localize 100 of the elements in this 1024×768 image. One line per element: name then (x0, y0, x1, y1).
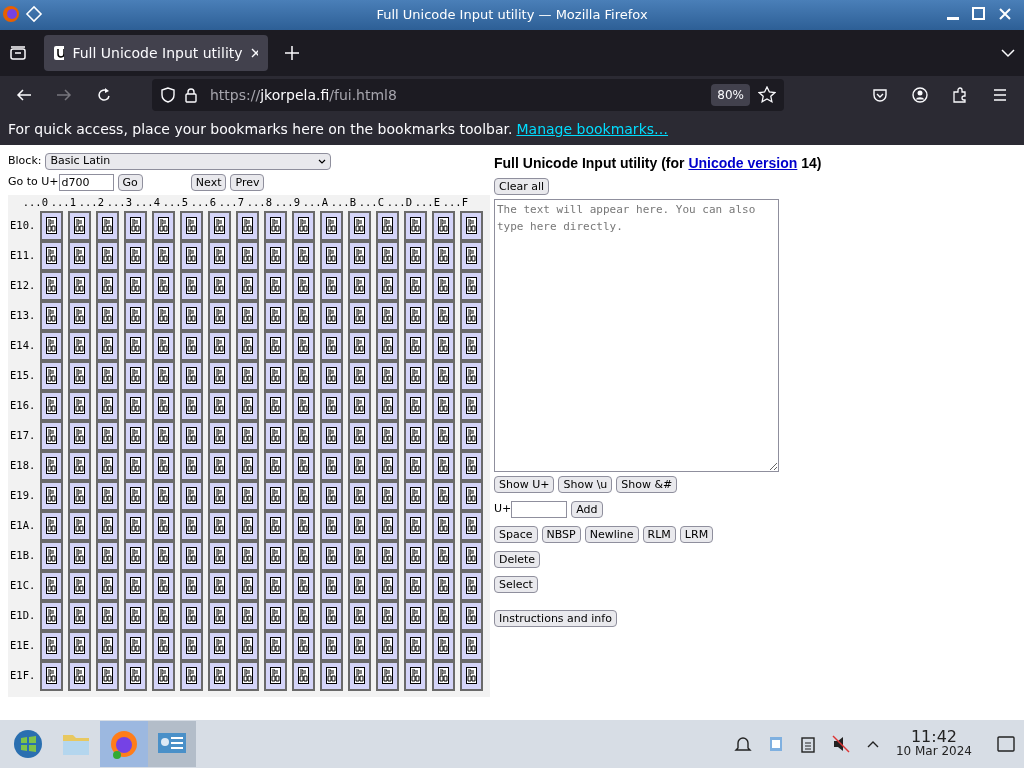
character-button[interactable] (68, 240, 91, 271)
character-button[interactable] (348, 480, 371, 511)
browser-tab[interactable]: Full Unicode Input utility (44, 35, 268, 71)
character-button[interactable] (432, 210, 455, 241)
character-button[interactable] (152, 240, 175, 271)
character-button[interactable] (320, 390, 343, 421)
reload-icon[interactable] (96, 87, 112, 103)
character-button[interactable] (208, 510, 231, 541)
character-button[interactable] (376, 540, 399, 571)
character-button[interactable] (404, 270, 427, 301)
character-button[interactable] (68, 450, 91, 481)
character-button[interactable] (264, 510, 287, 541)
insert-character-button[interactable]: RLM (642, 526, 676, 543)
character-button[interactable] (460, 540, 483, 571)
character-button[interactable] (96, 360, 119, 391)
character-button[interactable] (180, 450, 203, 481)
go-button[interactable]: Go (117, 174, 143, 191)
character-button[interactable] (292, 570, 315, 601)
character-button[interactable] (40, 360, 63, 391)
character-button[interactable] (404, 210, 427, 241)
character-button[interactable] (124, 390, 147, 421)
insert-character-button[interactable]: LRM (679, 526, 714, 543)
character-button[interactable] (208, 540, 231, 571)
show-desktop-icon[interactable] (996, 735, 1016, 753)
character-button[interactable] (432, 330, 455, 361)
character-button[interactable] (236, 270, 259, 301)
character-button[interactable] (460, 330, 483, 361)
character-button[interactable] (348, 330, 371, 361)
puzzle-icon[interactable] (952, 87, 968, 103)
character-button[interactable] (96, 210, 119, 241)
character-button[interactable] (236, 360, 259, 391)
character-button[interactable] (180, 660, 203, 691)
add-button[interactable]: Add (571, 501, 603, 518)
character-button[interactable] (432, 240, 455, 271)
character-button[interactable] (432, 630, 455, 661)
character-button[interactable] (236, 390, 259, 421)
character-button[interactable] (124, 330, 147, 361)
character-button[interactable] (208, 300, 231, 331)
address-bar[interactable]: https://jkorpela.fi/fui.html8 80% (152, 79, 784, 111)
character-button[interactable] (236, 210, 259, 241)
character-button[interactable] (460, 600, 483, 631)
character-button[interactable] (124, 540, 147, 571)
character-button[interactable] (292, 630, 315, 661)
character-button[interactable] (348, 450, 371, 481)
character-button[interactable] (432, 510, 455, 541)
character-button[interactable] (376, 300, 399, 331)
character-button[interactable] (236, 240, 259, 271)
character-button[interactable] (348, 390, 371, 421)
character-button[interactable] (376, 330, 399, 361)
character-button[interactable] (96, 600, 119, 631)
next-button[interactable]: Next (190, 174, 227, 191)
character-button[interactable] (40, 600, 63, 631)
character-button[interactable] (236, 420, 259, 451)
character-button[interactable] (68, 540, 91, 571)
character-button[interactable] (152, 270, 175, 301)
character-button[interactable] (376, 630, 399, 661)
character-button[interactable] (68, 390, 91, 421)
character-button[interactable] (40, 390, 63, 421)
character-button[interactable] (432, 480, 455, 511)
character-button[interactable] (376, 210, 399, 241)
character-button[interactable] (376, 240, 399, 271)
character-button[interactable] (404, 300, 427, 331)
character-button[interactable] (320, 360, 343, 391)
character-button[interactable] (404, 510, 427, 541)
tab-list-icon[interactable] (8, 43, 28, 63)
character-button[interactable] (236, 480, 259, 511)
character-button[interactable] (124, 360, 147, 391)
insert-character-button[interactable]: Space (494, 526, 538, 543)
character-button[interactable] (152, 660, 175, 691)
character-button[interactable] (180, 390, 203, 421)
character-button[interactable] (180, 210, 203, 241)
character-button[interactable] (292, 660, 315, 691)
character-button[interactable] (40, 660, 63, 691)
show-format-button[interactable]: Show \u (558, 476, 613, 493)
manage-bookmarks-link[interactable]: Manage bookmarks… (516, 119, 669, 140)
character-button[interactable] (208, 630, 231, 661)
character-button[interactable] (68, 630, 91, 661)
character-button[interactable] (208, 210, 231, 241)
character-button[interactable] (180, 330, 203, 361)
character-button[interactable] (96, 390, 119, 421)
character-button[interactable] (376, 360, 399, 391)
character-button[interactable] (292, 390, 315, 421)
character-button[interactable] (68, 270, 91, 301)
character-button[interactable] (460, 240, 483, 271)
character-button[interactable] (96, 450, 119, 481)
character-button[interactable] (292, 480, 315, 511)
character-button[interactable] (68, 480, 91, 511)
character-button[interactable] (264, 330, 287, 361)
character-button[interactable] (152, 330, 175, 361)
window-menu-icon[interactable] (24, 4, 44, 24)
character-button[interactable] (320, 420, 343, 451)
character-button[interactable] (96, 420, 119, 451)
character-button[interactable] (348, 570, 371, 601)
character-button[interactable] (152, 210, 175, 241)
character-button[interactable] (460, 570, 483, 601)
clock[interactable]: 11:42 10 Mar 2024 (895, 729, 972, 759)
character-button[interactable] (460, 360, 483, 391)
character-button[interactable] (208, 330, 231, 361)
character-button[interactable] (124, 300, 147, 331)
character-button[interactable] (460, 450, 483, 481)
